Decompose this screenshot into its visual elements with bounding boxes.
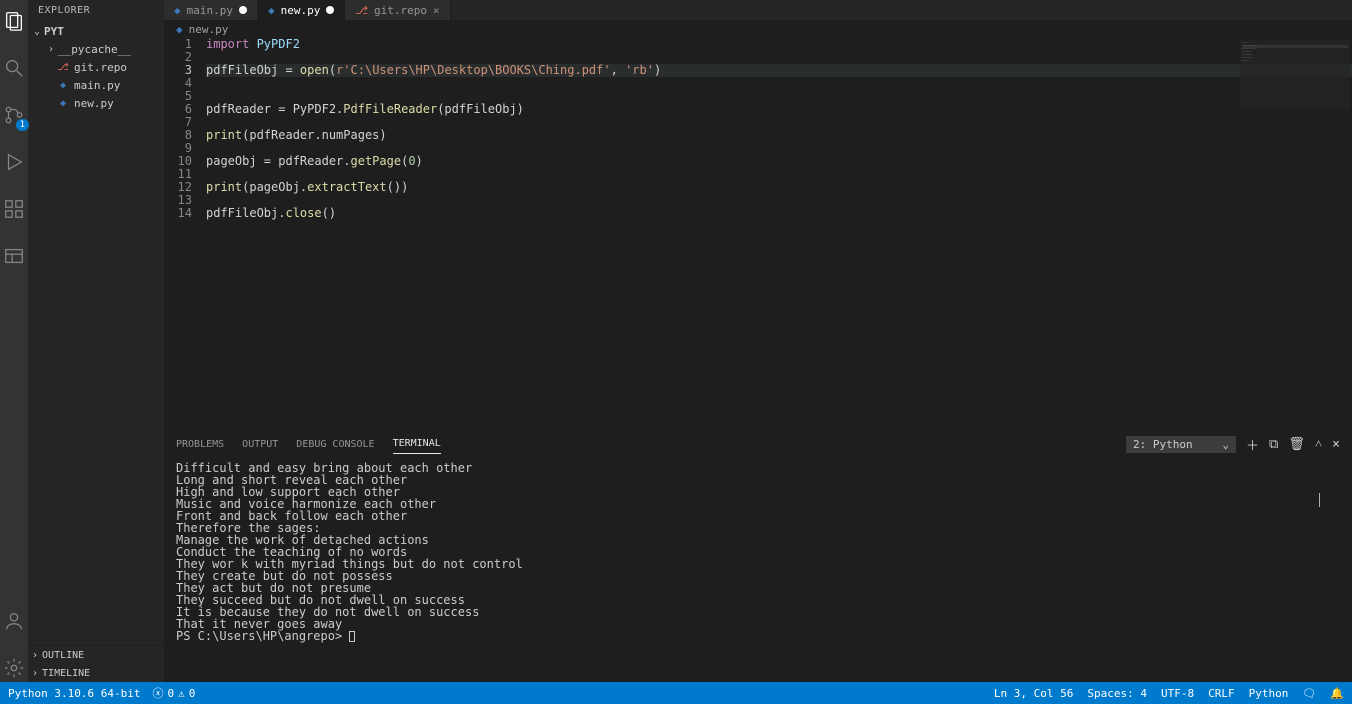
settings-icon[interactable] bbox=[3, 657, 25, 682]
line-gutter: 1234567891011121314 bbox=[164, 38, 206, 429]
tree-root[interactable]: ⌄ PYT bbox=[28, 22, 164, 40]
python-icon: ◆ bbox=[56, 80, 70, 91]
split-terminal-icon[interactable]: ⧉ bbox=[1269, 437, 1278, 452]
python-icon: ◆ bbox=[268, 4, 275, 17]
tree-folder[interactable]: › __pycache__ bbox=[28, 40, 164, 58]
panel-tab-terminal[interactable]: TERMINAL bbox=[393, 434, 441, 454]
warning-icon: ⚠ bbox=[178, 687, 185, 700]
tab-git-repo[interactable]: ⎇ git.repo × bbox=[345, 0, 450, 20]
extensions-icon[interactable] bbox=[3, 198, 25, 223]
error-icon: ⓧ bbox=[152, 685, 163, 701]
kill-terminal-icon[interactable]: 🗑 bbox=[1288, 437, 1305, 452]
activity-bar: 1 bbox=[0, 0, 28, 682]
minimap[interactable]: ▬▬▬▬▬▬▬▬▬▬▬▬▬▬▬▬▬▬▬▬ ▬▬▬▬▬▬▬▬▬▬▬▬▬▬▬▬▬▬▬… bbox=[1240, 40, 1350, 110]
panel-tab-output[interactable]: OUTPUT bbox=[242, 435, 278, 454]
editor-group: ◆ main.py ◆ new.py ⎇ git.repo × ◆ new.py bbox=[164, 0, 1352, 682]
dirty-indicator bbox=[239, 6, 247, 14]
python-icon: ◆ bbox=[174, 4, 181, 17]
panel-tab-debug[interactable]: DEBUG CONSOLE bbox=[296, 435, 374, 454]
python-icon: ◆ bbox=[56, 98, 70, 109]
editor-tabs: ◆ main.py ◆ new.py ⎇ git.repo × bbox=[164, 0, 1352, 20]
run-debug-icon[interactable] bbox=[3, 151, 25, 176]
tree-file[interactable]: ◆ main.py bbox=[28, 76, 164, 94]
tree-file[interactable]: ⎇ git.repo bbox=[28, 58, 164, 76]
status-encoding[interactable]: UTF-8 bbox=[1161, 687, 1194, 700]
git-icon: ⎇ bbox=[56, 62, 70, 73]
account-icon[interactable] bbox=[3, 610, 25, 635]
panel-tabs: PROBLEMS OUTPUT DEBUG CONSOLE TERMINAL 2… bbox=[164, 430, 1352, 458]
tree-file[interactable]: ◆ new.py bbox=[28, 94, 164, 112]
status-errors[interactable]: ⓧ0 ⚠0 bbox=[152, 685, 195, 701]
breadcrumb[interactable]: ◆ new.py bbox=[164, 20, 1352, 38]
tab-main-py[interactable]: ◆ main.py bbox=[164, 0, 258, 20]
status-language[interactable]: Python bbox=[1249, 687, 1289, 700]
bottom-panel: PROBLEMS OUTPUT DEBUG CONSOLE TERMINAL 2… bbox=[164, 429, 1352, 682]
status-indent[interactable]: Spaces: 4 bbox=[1087, 687, 1147, 700]
tab-new-py[interactable]: ◆ new.py bbox=[258, 0, 345, 20]
code-content[interactable]: import PyPDF2pdfFileObj = open(r'C:\User… bbox=[206, 38, 1352, 429]
notifications-icon[interactable]: 🔔 bbox=[1330, 687, 1344, 700]
status-eol[interactable]: CRLF bbox=[1208, 687, 1235, 700]
chevron-down-icon: ⌄ bbox=[34, 26, 40, 37]
source-control-icon[interactable]: 1 bbox=[3, 104, 25, 129]
feedback-icon[interactable]: 🗨 bbox=[1302, 687, 1316, 700]
terminal-selector[interactable]: 2: Python ⌄ bbox=[1126, 436, 1236, 453]
terminal[interactable]: Difficult and easy bring about each othe… bbox=[164, 458, 1352, 682]
chevron-down-icon: ⌄ bbox=[1222, 438, 1229, 451]
search-icon[interactable] bbox=[3, 57, 25, 82]
sidebar: EXPLORER ⌄ PYT › __pycache__ ⎇ git.repo … bbox=[28, 0, 164, 682]
explorer-icon[interactable] bbox=[3, 10, 25, 35]
text-cursor bbox=[1319, 493, 1320, 507]
maximize-panel-icon[interactable]: ˄ bbox=[1315, 436, 1322, 452]
file-tree: ⌄ PYT › __pycache__ ⎇ git.repo ◆ main.py… bbox=[28, 20, 164, 645]
python-icon: ◆ bbox=[176, 23, 183, 36]
status-bar: Python 3.10.6 64-bit ⓧ0 ⚠0 Ln 3, Col 56 … bbox=[0, 682, 1352, 704]
panel-tab-problems[interactable]: PROBLEMS bbox=[176, 435, 224, 454]
timeline-section[interactable]: › TIMELINE bbox=[28, 664, 164, 682]
sidebar-title: EXPLORER bbox=[28, 0, 164, 20]
git-icon: ⎇ bbox=[355, 4, 368, 17]
status-cursor-pos[interactable]: Ln 3, Col 56 bbox=[994, 687, 1073, 700]
code-editor[interactable]: 1234567891011121314 import PyPDF2pdfFile… bbox=[164, 38, 1352, 429]
chevron-right-icon: › bbox=[32, 668, 38, 679]
close-icon[interactable]: × bbox=[433, 4, 440, 17]
status-python-version[interactable]: Python 3.10.6 64-bit bbox=[8, 687, 140, 700]
layout-icon[interactable] bbox=[3, 245, 25, 270]
dirty-indicator bbox=[326, 6, 334, 14]
close-panel-icon[interactable]: × bbox=[1332, 437, 1340, 452]
chevron-right-icon: › bbox=[32, 650, 38, 661]
new-terminal-icon[interactable]: ＋ bbox=[1246, 435, 1259, 454]
outline-section[interactable]: › OUTLINE bbox=[28, 646, 164, 664]
scm-badge: 1 bbox=[16, 119, 29, 131]
chevron-right-icon: › bbox=[48, 44, 54, 55]
